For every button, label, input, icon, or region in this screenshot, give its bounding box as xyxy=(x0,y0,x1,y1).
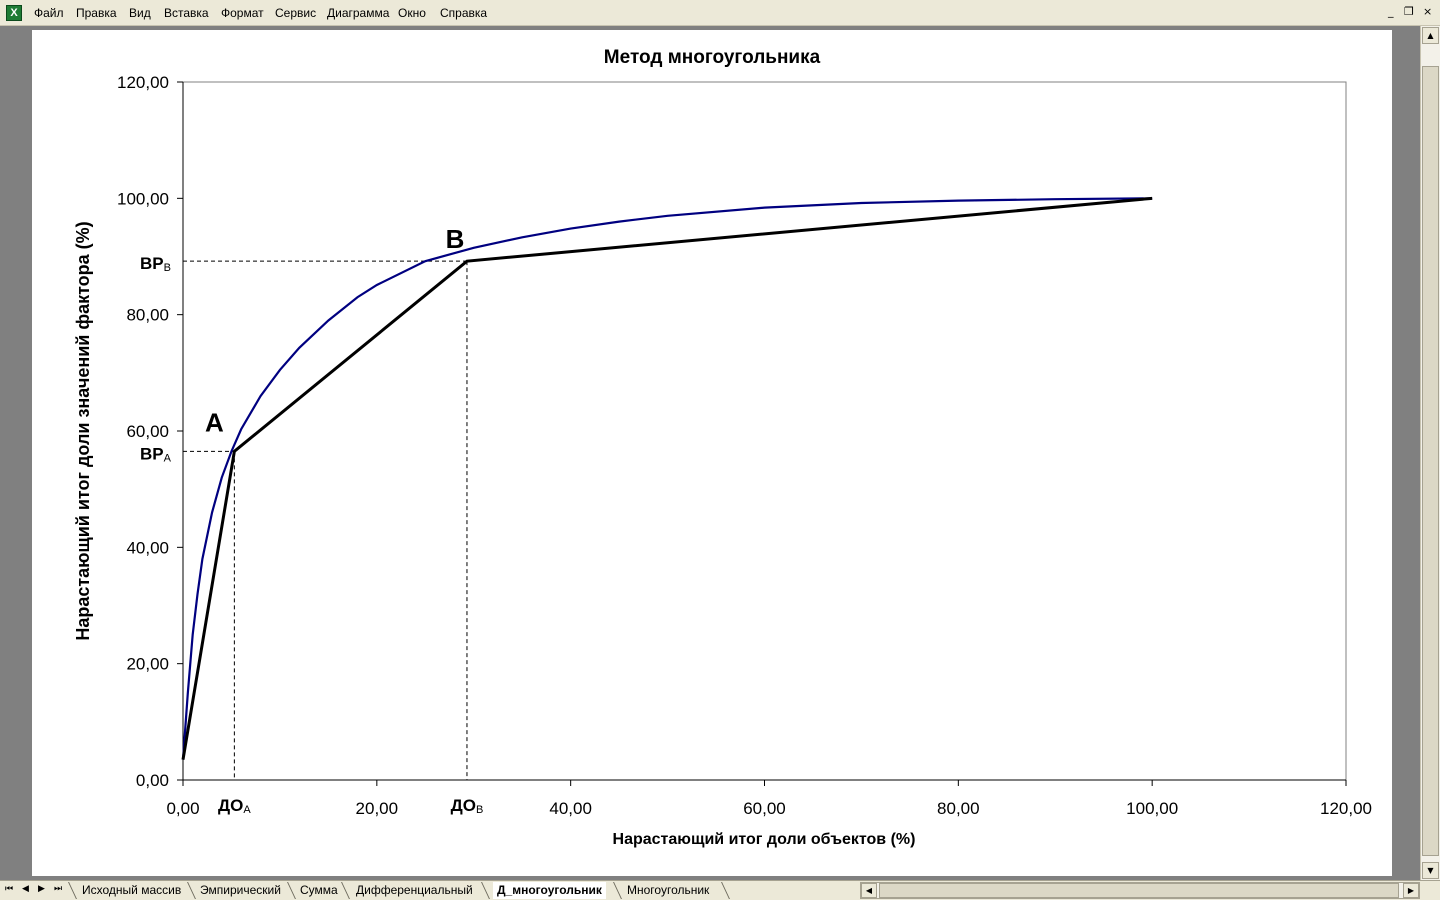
menu-window[interactable]: Окно xyxy=(398,6,426,20)
menu-edit[interactable]: Правка xyxy=(76,6,117,20)
y-tick-label: 120,00 xyxy=(117,73,169,92)
excel-app-icon[interactable]: X xyxy=(6,5,22,21)
do-main-text: ДО xyxy=(218,796,243,815)
sheet-tab-sum[interactable]: Сумма xyxy=(300,882,338,899)
prev-sheet-icon[interactable]: ◀ xyxy=(22,884,29,894)
do-main-text: ДО xyxy=(451,796,476,815)
vr-subscript: A xyxy=(164,452,172,464)
menu-view[interactable]: Вид xyxy=(129,6,151,20)
scroll-down-button[interactable]: ▼ xyxy=(1422,862,1439,879)
next-sheet-icon[interactable]: ▶ xyxy=(38,884,45,894)
do-subscript: В xyxy=(476,804,483,816)
chart-sheet[interactable]: Метод многоугольника 0,00 20,00 40,00 60,00… xyxy=(0,26,1420,880)
last-sheet-icon[interactable]: ⏭ xyxy=(54,884,62,894)
scroll-left-button[interactable]: ◀ xyxy=(861,883,877,898)
x-tick-label: 80,00 xyxy=(937,799,980,818)
chart-background[interactable] xyxy=(32,30,1392,876)
y-tick-label: 60,00 xyxy=(126,422,169,441)
x-tick-label: 60,00 xyxy=(743,799,786,818)
y-tick-label: 100,00 xyxy=(117,189,169,208)
menu-tools[interactable]: Сервис xyxy=(275,6,316,20)
chart[interactable]: Метод многоугольника 0,00 20,00 40,00 60,00… xyxy=(0,26,1420,880)
horizontal-scrollbar[interactable]: ◀ ▶ xyxy=(860,882,1420,899)
chart-title[interactable]: Метод многоугольника xyxy=(604,47,821,68)
vertical-scroll-thumb[interactable] xyxy=(1422,66,1439,856)
minimize-icon[interactable]: _ xyxy=(1388,5,1394,18)
sheet-tab-source[interactable]: Исходный массив xyxy=(82,882,181,899)
menu-chart[interactable]: Диаграмма xyxy=(327,6,389,20)
y-tick-label: 80,00 xyxy=(126,306,169,325)
sheet-tab-polygon[interactable]: Многоугольник xyxy=(627,882,709,899)
scroll-right-button[interactable]: ▶ xyxy=(1403,883,1419,898)
menu-bar: X Файл Правка Вид Вставка Формат Сервис … xyxy=(0,0,1440,26)
horizontal-scroll-thumb[interactable] xyxy=(879,883,1399,898)
point-b-label: B xyxy=(446,224,465,254)
y-axis-label: Нарастающий итог доли значений фактора (… xyxy=(73,221,93,640)
close-icon[interactable]: × xyxy=(1423,5,1432,18)
sheet-tabs-bar: ⏮ ◀ ▶ ⏭ Исходный массив Эмпирический Сум… xyxy=(0,880,1440,900)
x-axis-label: Нарастающий итог доли объектов (%) xyxy=(613,831,916,848)
x-tick-label: 120,00 xyxy=(1320,799,1372,818)
x-tick-label: 100,00 xyxy=(1126,799,1178,818)
restore-icon[interactable]: ❐ xyxy=(1404,5,1414,18)
point-a-label: A xyxy=(205,407,224,437)
y-tick-label: 20,00 xyxy=(126,655,169,674)
sheet-tab-d-polygon[interactable]: Д_многоугольник xyxy=(493,882,606,899)
do-subscript: A xyxy=(243,804,251,816)
y-tick-label: 40,00 xyxy=(126,538,169,557)
sheet-tab-differential[interactable]: Дифференциальный xyxy=(356,882,473,899)
x-tick-label: 0,00 xyxy=(166,799,199,818)
menu-help[interactable]: Справка xyxy=(440,6,487,20)
x-tick-label: 20,00 xyxy=(356,799,399,818)
menu-file[interactable]: Файл xyxy=(34,6,64,20)
sheet-tab-empirical[interactable]: Эмпирический xyxy=(200,882,281,899)
first-sheet-icon[interactable]: ⏮ xyxy=(5,884,13,894)
y-tick-label: 0,00 xyxy=(136,771,169,790)
menu-insert[interactable]: Вставка xyxy=(164,6,209,20)
x-tick-label: 40,00 xyxy=(549,799,592,818)
vr-subscript: В xyxy=(164,262,171,274)
vr-main-text: ВР xyxy=(140,254,164,273)
vr-main-text: ВР xyxy=(140,444,164,463)
menu-format[interactable]: Формат xyxy=(221,6,264,20)
vertical-scrollbar[interactable]: ▲ ▼ xyxy=(1420,26,1440,880)
scroll-up-button[interactable]: ▲ xyxy=(1422,27,1439,44)
